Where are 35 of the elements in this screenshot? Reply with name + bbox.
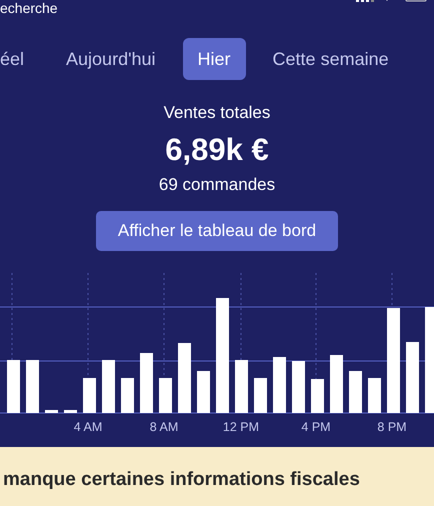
chart-bar: [178, 343, 191, 413]
range-tab[interactable]: Aujourd'hui: [51, 38, 171, 80]
chart-bar: [159, 378, 172, 413]
range-tab[interactable]: Cette semaine: [258, 38, 404, 80]
range-tab[interactable]: Hier: [182, 38, 246, 80]
back-label[interactable]: echerche: [0, 0, 58, 18]
chart-bar: [254, 378, 267, 413]
summary-title: Ventes totales: [164, 102, 270, 124]
chart-bar: [292, 361, 305, 413]
axis-label: 8 AM: [150, 420, 178, 434]
chart-bar: [7, 360, 20, 413]
chart-bar: [83, 378, 96, 413]
chart-bar: [368, 378, 381, 413]
chart-bar: [121, 378, 134, 413]
dashboard-button[interactable]: Afficher le tableau de bord: [96, 211, 338, 251]
chart-bar: [45, 410, 58, 413]
chart-bar: [197, 371, 210, 413]
chart-bar: [273, 357, 286, 413]
range-tab[interactable]: éel: [0, 38, 40, 80]
chart-bar: [64, 410, 77, 413]
chart-bar: [349, 371, 362, 413]
chart-bar: [311, 379, 324, 413]
banner-text: manque certaines informations fiscales: [3, 468, 361, 492]
chart-bar: [102, 360, 115, 413]
axis-label: 4 PM: [301, 420, 331, 434]
chart-bar: [26, 360, 39, 413]
axis-label: 4 AM: [74, 420, 102, 434]
chart-bar: [140, 353, 153, 413]
chart-bar: [330, 355, 343, 413]
chart-bar: [406, 342, 419, 413]
chart-bar: [235, 360, 248, 413]
axis-label: 12 PM: [222, 420, 260, 434]
orders-count: 69 commandes: [158, 174, 276, 196]
sales-amount: 6,89k €: [165, 131, 269, 169]
axis-label: 8 PM: [377, 420, 407, 434]
